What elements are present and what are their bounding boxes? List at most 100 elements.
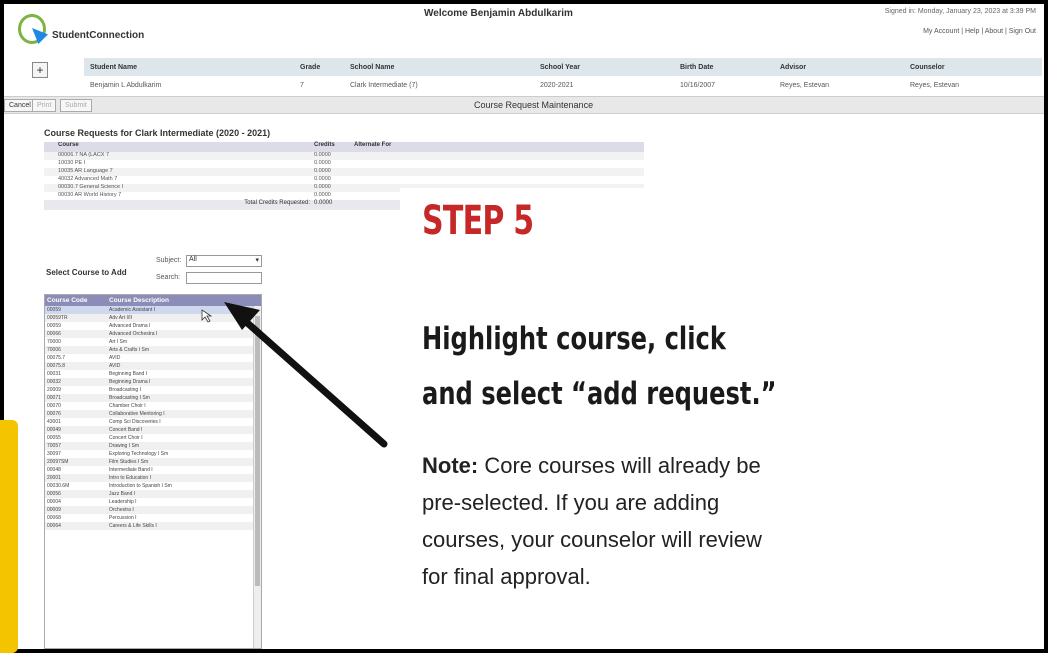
list-item[interactable]: 00066 Advanced Orchestra I [45,330,261,338]
list-item[interactable]: 00059 Academic Assistant I [45,306,261,314]
col-course-description[interactable]: Course Description [109,297,169,304]
course-description: Intro to Education I [109,475,151,481]
list-item[interactable]: 70000 Art I Sm [45,338,261,346]
col-grade: Grade [300,63,321,71]
list-item[interactable]: 00076 Collaborative Mentoring I [45,410,261,418]
course-code: 00059 [47,307,61,313]
list-item[interactable]: 00048 Intermediate Band I [45,466,261,474]
list-item[interactable]: 20097SM Film Studies I Sm [45,458,261,466]
list-item[interactable]: 00032 Beginning Drama I [45,378,261,386]
course-code: 70000 [47,339,61,345]
list-item[interactable]: 00068 Percussion I [45,514,261,522]
list-item[interactable]: 00004 Leadership I [45,498,261,506]
course-description: Concert Band I [109,427,143,433]
yellow-accent-strip [0,420,18,653]
list-item[interactable]: 70006 Arts & Crafts I Sm [45,346,261,354]
list-item[interactable]: 00070 Chamber Choir I [45,402,261,410]
list-item[interactable]: 00056 Jazz Band I [45,490,261,498]
course-code: 00075.7 [47,355,66,361]
sign-out-link[interactable]: Sign Out [1009,28,1036,35]
course-code: 00056 [47,491,61,497]
signed-in-text: Signed in: Monday, January 23, 2023 at 3… [884,8,1036,15]
list-item[interactable]: 00059TR Adv Art I/II [45,314,261,322]
col-alternate-for: Alternate For [354,142,392,148]
print-button[interactable]: Print [32,99,57,112]
col-student-name: Student Name [90,63,138,71]
course-requests-header: Course Credits Alternate For [44,142,644,152]
list-item[interactable]: 00075.7 AVID [45,354,261,362]
list-item[interactable]: 70057 Drawing I Sm [45,442,261,450]
course-description: Jazz Band I [109,491,136,497]
table-row[interactable]: 00006.7 NA (LACX 7 0.0000 [44,152,644,160]
list-item[interactable]: 00055 Concert Choir I [45,434,261,442]
request-course: 40032 Advanced Math 7 [58,176,118,182]
course-code: 00059 [47,323,61,329]
course-description: Broadcasting I Sm [109,395,150,401]
table-row[interactable]: 40032 Advanced Math 7 0.0000 [44,176,644,184]
course-list-header: Course Code Course Description [45,295,261,306]
list-item[interactable]: 43001 Comp Sci Discoveries I [45,418,261,426]
course-code: 00030.6M [47,483,70,489]
list-item[interactable]: 20001 Intro to Education I [45,474,261,482]
logo-text: StudentConnection [52,30,145,41]
student-year: 2020-2021 [540,81,574,89]
subject-select[interactable]: All ▾ [186,255,262,267]
course-code: 20097SM [47,459,69,465]
request-credits: 0.0000 [314,192,331,198]
help-link[interactable]: Help [965,28,979,35]
course-code: 00064 [47,523,61,529]
course-code: 00075.8 [47,363,66,369]
request-course: 10030 PE I [58,160,86,166]
table-row[interactable]: 10030 PE I 0.0000 [44,160,644,168]
about-link[interactable]: About [985,28,1003,35]
student-grid-header: Student Name Grade School Name School Ye… [84,58,1042,76]
student-counselor: Reyes, Estevan [910,81,960,89]
course-code: 00071 [47,395,61,401]
col-school-year: School Year [540,63,580,71]
col-birth-date: Birth Date [680,63,714,71]
request-alternate [354,160,644,168]
list-item[interactable]: 30097 Exploring Technology I Sm [45,450,261,458]
course-description: Chamber Choir I [109,403,146,409]
screen: StudentConnection Welcome Benjamin Abdul… [4,4,1044,649]
request-credits: 0.0000 [314,160,331,166]
total-credits-value: 0.0000 [314,200,333,206]
list-item[interactable]: 00049 Concert Band I [45,426,261,434]
course-code: 00032 [47,379,61,385]
app-logo[interactable]: StudentConnection [18,14,144,48]
request-course: 00030.7 General Science I [58,184,124,190]
course-description: AVID [109,363,121,369]
list-item[interactable]: 00075.8 AVID [45,362,261,370]
list-item[interactable]: 00009 Orchestra I [45,506,261,514]
my-account-link[interactable]: My Account [923,28,959,35]
course-code: 43001 [47,419,61,425]
course-code: 30097 [47,451,61,457]
action-bar: Cancel Print Submit Course Request Maint… [4,96,1044,114]
course-list-scrollbar[interactable] [253,306,261,648]
col-course-code[interactable]: Course Code [45,297,109,304]
course-description: Orchestra I [109,507,134,513]
search-input[interactable] [186,272,262,284]
expand-button[interactable]: + [32,62,48,78]
list-item[interactable]: 00059 Advanced Drama I [45,322,261,330]
course-description: Exploring Technology I Sm [109,451,169,457]
course-description: Percussion I [109,515,137,521]
page-title: Course Request Maintenance [474,100,594,110]
submit-button[interactable]: Submit [60,99,92,112]
list-item[interactable]: 00071 Broadcasting I Sm [45,394,261,402]
scroll-thumb[interactable] [255,316,260,586]
table-row[interactable]: 10035 AR Language 7 0.0000 [44,168,644,176]
list-item[interactable]: 00031 Beginning Band I [45,370,261,378]
select-course-title: Select Course to Add [46,268,127,277]
course-description: Art I Sm [109,339,128,345]
course-code: 20001 [47,475,61,481]
student-birth-date: 10/16/2007 [680,81,716,89]
course-code: 00004 [47,499,61,505]
list-item[interactable]: 00064 Careers & Life Skills I [45,522,261,530]
search-label: Search: [156,274,181,281]
col-credits: Credits [314,142,335,148]
col-school-name: School Name [350,63,395,71]
list-item[interactable]: 00030.6M Introduction to Spanish I Sm [45,482,261,490]
list-item[interactable]: 20009 Broadcasting I [45,386,261,394]
course-description: Beginning Drama I [109,379,151,385]
